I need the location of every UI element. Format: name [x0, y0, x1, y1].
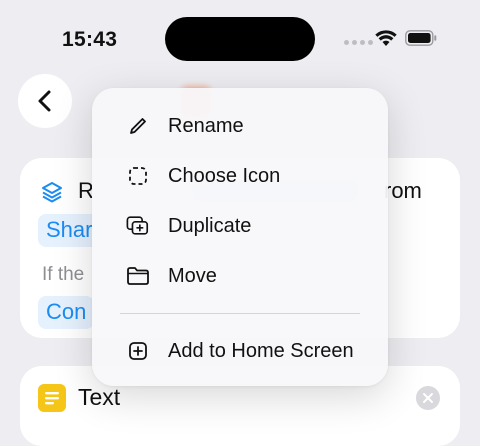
- duplicate-icon: [126, 214, 150, 238]
- shortcut-stack-icon: [42, 182, 62, 203]
- text-lines-icon: [45, 392, 59, 405]
- menu-item-label: Rename: [168, 114, 244, 137]
- wifi-icon: [375, 30, 397, 46]
- close-icon: [423, 393, 433, 403]
- chevron-left-icon: [38, 90, 51, 112]
- remove-action-button[interactable]: [416, 386, 440, 410]
- context-menu: Rename Choose Icon Duplicate Move Add to…: [92, 88, 388, 386]
- menu-item-label: Duplicate: [168, 214, 252, 237]
- text-action-icon: [38, 384, 66, 412]
- menu-item-add-to-home-screen[interactable]: Add to Home Screen: [92, 326, 388, 376]
- folder-icon: [126, 264, 150, 288]
- content-token[interactable]: Con: [38, 296, 95, 329]
- dashed-square-icon: [126, 164, 150, 188]
- menu-item-label: Move: [168, 264, 217, 287]
- status-bar: 15:43: [0, 0, 480, 80]
- status-time: 15:43: [62, 28, 118, 51]
- menu-item-choose-icon[interactable]: Choose Icon: [92, 151, 388, 201]
- menu-item-move[interactable]: Move: [92, 251, 388, 301]
- battery-icon: [405, 30, 437, 46]
- pencil-icon: [126, 114, 150, 138]
- menu-item-label: Add to Home Screen: [168, 339, 354, 362]
- action-card-title-end: rom: [384, 178, 422, 203]
- text-action-label: Text: [78, 384, 121, 410]
- if-label: If the: [42, 264, 85, 285]
- back-button[interactable]: [18, 74, 72, 128]
- dynamic-island: [165, 17, 315, 61]
- cellular-signal-icon: [344, 40, 374, 46]
- menu-item-duplicate[interactable]: Duplicate: [92, 201, 388, 251]
- menu-item-label: Choose Icon: [168, 164, 281, 187]
- plus-square-icon: [126, 339, 150, 363]
- menu-divider: [120, 313, 360, 314]
- menu-item-rename[interactable]: Rename: [92, 101, 388, 151]
